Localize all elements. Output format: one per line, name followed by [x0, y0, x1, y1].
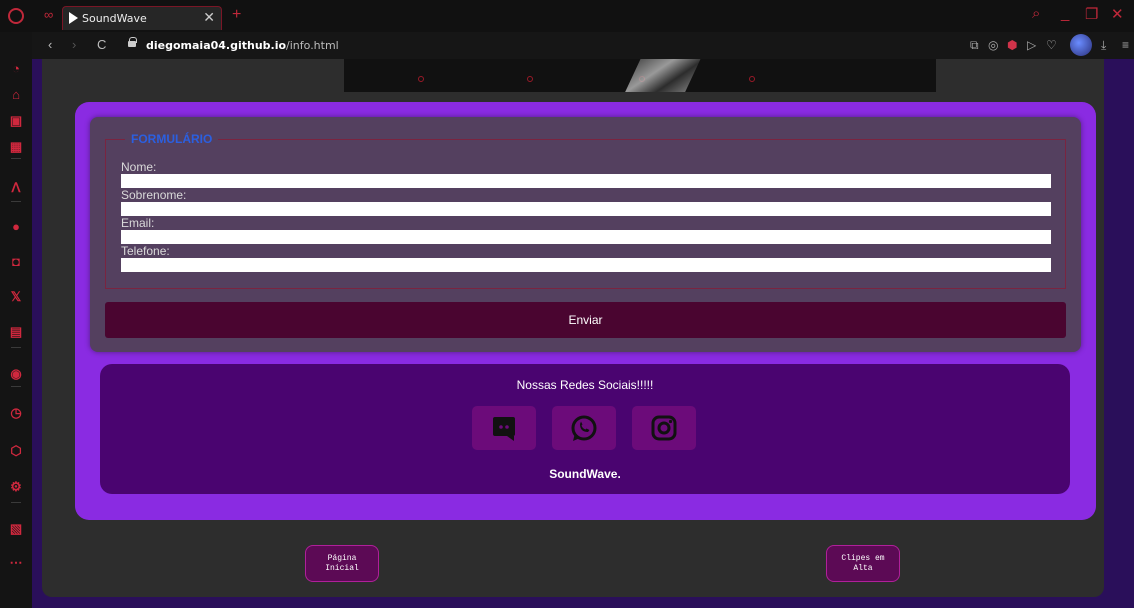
- banner-dot: [749, 76, 755, 82]
- new-tab-button[interactable]: +: [232, 6, 241, 24]
- minimize-button[interactable]: _: [1061, 5, 1069, 22]
- discord-icon: [493, 417, 515, 441]
- form-card: FORMULÁRIO Nome: Sobrenome: Email: Telefone…: [90, 117, 1081, 352]
- x-icon[interactable]: 𝕏: [7, 288, 25, 306]
- avatar[interactable]: [1070, 34, 1092, 56]
- main-container: FORMULÁRIO Nome: Sobrenome: Email: Telefone…: [75, 102, 1096, 520]
- field-label: Telefone:: [121, 244, 170, 258]
- social-title: Nossas Redes Sociais!!!!!: [516, 378, 654, 392]
- whatsapp-button[interactable]: [552, 406, 616, 450]
- lock-icon[interactable]: [128, 37, 137, 47]
- home-link-line1: Página: [327, 554, 357, 563]
- reload-button[interactable]: C: [97, 37, 106, 52]
- instagram-button[interactable]: [632, 406, 696, 450]
- maximize-button[interactable]: ❐: [1085, 5, 1098, 23]
- banner-guitar-shape: [624, 59, 704, 92]
- banner-dot: [418, 76, 424, 82]
- discord-icon[interactable]: ▤: [7, 323, 25, 341]
- aria-icon[interactable]: ᐱ: [7, 179, 25, 197]
- field-input-1[interactable]: [121, 202, 1051, 216]
- chip-icon[interactable]: ▦: [7, 138, 25, 156]
- send-icon[interactable]: ▷: [1027, 38, 1036, 52]
- browser-window: ∞ SoundWave ✕ + ⌕ _ ❐ ✕ ‹ › C diegomaia0…: [0, 0, 1134, 608]
- sidebar-separator: [11, 201, 21, 202]
- field-input-0[interactable]: [121, 174, 1051, 188]
- snapshot-icon[interactable]: ⧉: [970, 38, 979, 53]
- shield-icon[interactable]: ⬢: [1007, 38, 1017, 52]
- brand-name: SoundWave.: [549, 467, 621, 481]
- sidebar: ◔ ⌂ ▣ ▦ ᐱ ● ◘ 𝕏 ▤ ◉ ◷ ⬡ ⚙ ▧ ⋯: [0, 32, 32, 608]
- heart-icon[interactable]: ♡: [1046, 38, 1057, 52]
- speed-dial-icon[interactable]: ◔: [7, 60, 25, 78]
- submit-button[interactable]: Enviar: [105, 302, 1066, 338]
- more-icon[interactable]: ⋯: [7, 554, 25, 572]
- search-tabs-icon[interactable]: ⌕: [1032, 5, 1040, 22]
- field-label: Nome:: [121, 160, 157, 174]
- home-link[interactable]: Página Inicial: [305, 545, 379, 582]
- box-icon[interactable]: ⬡: [7, 442, 25, 460]
- settings-icon[interactable]: ⚙: [7, 478, 25, 496]
- wallet-icon[interactable]: ▧: [7, 520, 25, 538]
- url-host: diegomaia04.github.io: [146, 39, 287, 52]
- banner-dot: [527, 76, 533, 82]
- page-viewport: FORMULÁRIO Nome: Sobrenome: Email: Telefone…: [32, 59, 1134, 608]
- easy-setup-icon[interactable]: ≡: [1122, 38, 1129, 52]
- form-fieldset: FORMULÁRIO Nome: Sobrenome: Email: Telefone…: [105, 132, 1066, 289]
- url-path: /info.html: [286, 39, 339, 52]
- close-window-button[interactable]: ✕: [1111, 5, 1124, 23]
- history-icon[interactable]: ◷: [7, 404, 25, 422]
- download-icon[interactable]: ⤓: [1101, 38, 1106, 53]
- workspace-icon[interactable]: ∞: [44, 7, 53, 22]
- url-field[interactable]: diegomaia04.github.io/info.html: [146, 39, 339, 52]
- field-input-3[interactable]: [121, 258, 1051, 272]
- instagram-icon: [651, 415, 677, 441]
- bag-icon[interactable]: ⌂: [7, 86, 25, 104]
- sidebar-separator: [11, 158, 21, 159]
- social-card: Nossas Redes Sociais!!!!! SoundWave.: [100, 364, 1070, 494]
- sidebar-separator: [11, 347, 21, 348]
- forward-button[interactable]: ›: [72, 37, 76, 52]
- tab-bar: ∞ SoundWave ✕ + ⌕ _ ❐ ✕: [0, 0, 1134, 32]
- play-icon: [69, 12, 78, 24]
- player-icon[interactable]: ◉: [7, 365, 25, 383]
- trending-clips-link[interactable]: Clipes em Alta: [826, 545, 900, 582]
- home-link-line2: Inicial: [325, 564, 359, 573]
- field-label: Email:: [121, 216, 155, 230]
- sidebar-separator: [11, 502, 21, 503]
- page-panel: FORMULÁRIO Nome: Sobrenome: Email: Telefone…: [42, 59, 1104, 597]
- clips-link-line2: Alta: [853, 564, 873, 573]
- discord-button[interactable]: [472, 406, 536, 450]
- tab-soundwave[interactable]: SoundWave ✕: [62, 6, 222, 30]
- form-legend: FORMULÁRIO: [125, 132, 219, 147]
- opera-logo-icon[interactable]: [8, 8, 24, 24]
- sidebar-separator: [11, 386, 21, 387]
- twitch-icon[interactable]: ▣: [7, 112, 25, 130]
- field-label: Sobrenome:: [121, 188, 187, 202]
- messenger-icon[interactable]: ●: [7, 218, 25, 236]
- address-bar: ‹ › C diegomaia04.github.io/info.html ⧉ …: [32, 32, 1134, 59]
- field-input-2[interactable]: [121, 230, 1051, 244]
- banner-image: [344, 59, 936, 92]
- tab-title: SoundWave: [82, 12, 147, 25]
- tab-close-icon[interactable]: ✕: [203, 9, 215, 26]
- camera-icon[interactable]: ◎: [988, 38, 998, 52]
- back-button[interactable]: ‹: [48, 37, 52, 52]
- instagram-icon[interactable]: ◘: [7, 253, 25, 271]
- whatsapp-icon: [571, 415, 597, 441]
- clips-link-line1: Clipes em: [841, 554, 885, 563]
